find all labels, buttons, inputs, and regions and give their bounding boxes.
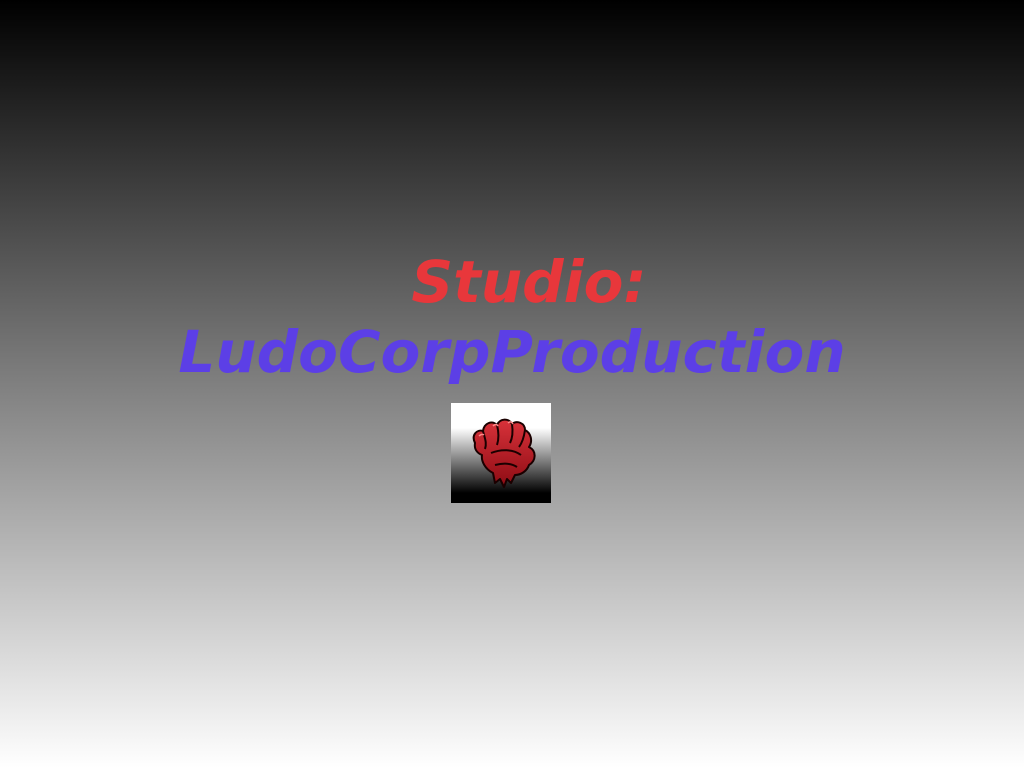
studio-logo (451, 403, 551, 503)
studio-name: LudoCorpProduction (178, 318, 846, 386)
studio-label: Studio: (411, 248, 647, 316)
studio-splash-screen: Studio: LudoCorpProduction (0, 0, 1024, 768)
raised-fist-icon (472, 418, 536, 488)
